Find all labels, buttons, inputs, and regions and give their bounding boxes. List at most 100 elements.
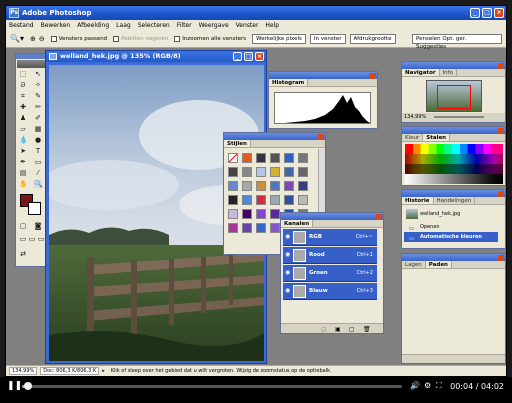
pause-icon[interactable]: ❚❚ — [7, 381, 22, 391]
style-swatch[interactable] — [270, 195, 280, 205]
eye-icon[interactable]: ◉ — [285, 252, 291, 258]
style-swatch[interactable] — [284, 153, 294, 163]
swatches-grid[interactable] — [405, 144, 503, 184]
doc-maximize-button[interactable]: □ — [244, 52, 253, 61]
history-brush-icon[interactable]: ✐ — [34, 114, 42, 122]
channel-row-groen[interactable]: ◉ Groen Ctrl+2 — [283, 265, 377, 282]
move-tool-icon[interactable]: ↖ — [34, 70, 42, 78]
channel-row-rgb[interactable]: ◉ RGB Ctrl+~ — [283, 229, 377, 246]
style-swatch[interactable] — [256, 167, 266, 177]
volume-icon[interactable]: 🔊 — [410, 381, 420, 390]
style-swatch[interactable] — [242, 153, 252, 163]
style-swatch[interactable] — [256, 209, 266, 219]
panel-close-button[interactable] — [498, 254, 504, 261]
history-item-auto-colors[interactable]: ▭ Automatische kleuren — [404, 232, 498, 242]
style-swatch[interactable] — [242, 209, 252, 219]
style-swatch[interactable] — [242, 181, 252, 191]
style-swatch[interactable] — [298, 167, 308, 177]
style-swatch[interactable] — [228, 181, 238, 191]
tab-navigator[interactable]: Navigator — [402, 69, 440, 76]
panel-close-button[interactable] — [498, 62, 504, 69]
style-swatch[interactable] — [242, 223, 252, 233]
blur-tool-icon[interactable]: 💧 — [19, 136, 28, 144]
menu-bestand[interactable]: Bestand — [9, 22, 34, 29]
load-selection-icon[interactable]: ◌ — [321, 326, 326, 333]
style-swatch[interactable] — [298, 195, 308, 205]
seek-bar[interactable] — [22, 382, 402, 390]
channel-row-blauw[interactable]: ◉ Blauw Ctrl+3 — [283, 283, 377, 300]
swatch-row[interactable] — [405, 154, 503, 164]
channel-row-rood[interactable]: ◉ Rood Ctrl+1 — [283, 247, 377, 264]
crop-tool-icon[interactable]: ⌗ — [19, 92, 27, 100]
actual-pixels-button[interactable]: Werkelijke pixels — [252, 33, 306, 44]
stamp-tool-icon[interactable]: ♟ — [19, 114, 27, 122]
zoom-all-windows-option[interactable]: Inzoomen alle vensters — [174, 35, 246, 42]
print-size-button[interactable]: Afdrukgrootte — [349, 33, 396, 44]
settings-icon[interactable]: ⚙ — [424, 381, 431, 390]
style-swatch[interactable] — [228, 167, 238, 177]
status-zoom[interactable]: 134,99% — [9, 367, 38, 375]
swatch-row[interactable] — [405, 174, 503, 184]
tab-kleur[interactable]: Kleur — [402, 134, 424, 141]
menu-afbeelding[interactable]: Afbeelding — [77, 22, 109, 29]
tab-stalen[interactable]: Stalen — [423, 134, 451, 141]
type-tool-icon[interactable]: T — [34, 147, 42, 155]
background-color-swatch[interactable] — [28, 202, 41, 215]
close-button[interactable]: × — [494, 8, 504, 18]
standard-mode-icon[interactable]: ▢ — [19, 222, 27, 230]
style-swatch-none[interactable] — [228, 153, 238, 163]
slice-tool-icon[interactable]: ✎ — [34, 92, 42, 100]
minimize-button[interactable]: _ — [470, 8, 480, 18]
style-swatch[interactable] — [228, 195, 238, 205]
style-swatch[interactable] — [256, 195, 266, 205]
view-box[interactable] — [437, 85, 471, 109]
path-select-icon[interactable]: ➤ — [19, 147, 27, 155]
zoom-out-icon[interactable]: ⊖ — [39, 35, 45, 43]
tab-histogram[interactable]: Histogram — [269, 79, 309, 86]
zoom-slider[interactable] — [434, 116, 484, 118]
tab-handelingen[interactable]: Handelingen — [434, 197, 476, 204]
eye-icon[interactable]: ◉ — [285, 288, 291, 294]
panel-close-button[interactable] — [498, 190, 504, 197]
brush-tool-icon[interactable]: ✏ — [34, 103, 42, 111]
fullscreen-icon[interactable]: ⛶ — [436, 381, 442, 391]
gradient-tool-icon[interactable]: ▦ — [34, 125, 42, 133]
style-swatch[interactable] — [284, 195, 294, 205]
navigator-zoom[interactable]: 134,99% — [404, 114, 426, 120]
style-swatch[interactable] — [242, 195, 252, 205]
quickmask-mode-icon[interactable]: ◙ — [34, 222, 42, 230]
panel-close-button[interactable] — [498, 127, 504, 134]
eraser-tool-icon[interactable]: ▱ — [19, 125, 27, 133]
notes-tool-icon[interactable]: ▤ — [19, 169, 27, 177]
history-snapshot[interactable]: welland_hek.jpg — [404, 207, 498, 221]
style-swatch[interactable] — [256, 223, 266, 233]
pen-tool-icon[interactable]: ✒ — [19, 158, 27, 166]
menu-bewerken[interactable]: Bewerken — [41, 22, 71, 29]
zoom-tool-icon[interactable]: 🔍 — [34, 180, 43, 188]
trash-icon[interactable]: 🗑 — [363, 326, 371, 333]
eyedropper-icon[interactable]: ⁄ — [34, 169, 42, 177]
style-swatch[interactable] — [228, 209, 238, 219]
lasso-tool-icon[interactable]: ᘐ — [19, 81, 27, 89]
style-swatch[interactable] — [270, 209, 280, 219]
status-arrow-icon[interactable]: ▸ — [102, 368, 105, 374]
healing-brush-icon[interactable]: ✚ — [19, 103, 27, 111]
maximize-button[interactable]: □ — [482, 8, 492, 18]
style-swatch[interactable] — [228, 223, 238, 233]
screen-mode-2-icon[interactable]: ▭ — [28, 235, 36, 243]
swatch-row[interactable] — [405, 164, 503, 174]
style-swatch[interactable] — [298, 181, 308, 191]
tab-historie[interactable]: Historie — [402, 197, 434, 204]
adobe-logo-icon[interactable] — [17, 60, 46, 68]
tab-kanalen[interactable]: Kanalen — [281, 220, 314, 227]
menu-venster[interactable]: Venster — [236, 22, 259, 29]
style-swatch[interactable] — [270, 223, 280, 233]
seek-handle[interactable] — [24, 382, 33, 390]
marquee-tool-icon[interactable]: ⬚ — [19, 70, 27, 78]
magic-wand-icon[interactable]: ✧ — [34, 81, 42, 89]
tab-info[interactable]: Info — [440, 69, 457, 76]
eye-icon[interactable]: ◉ — [285, 270, 291, 276]
style-swatch[interactable] — [242, 167, 252, 177]
menu-weergave[interactable]: Weergave — [199, 22, 229, 29]
doc-minimize-button[interactable]: _ — [233, 52, 242, 61]
